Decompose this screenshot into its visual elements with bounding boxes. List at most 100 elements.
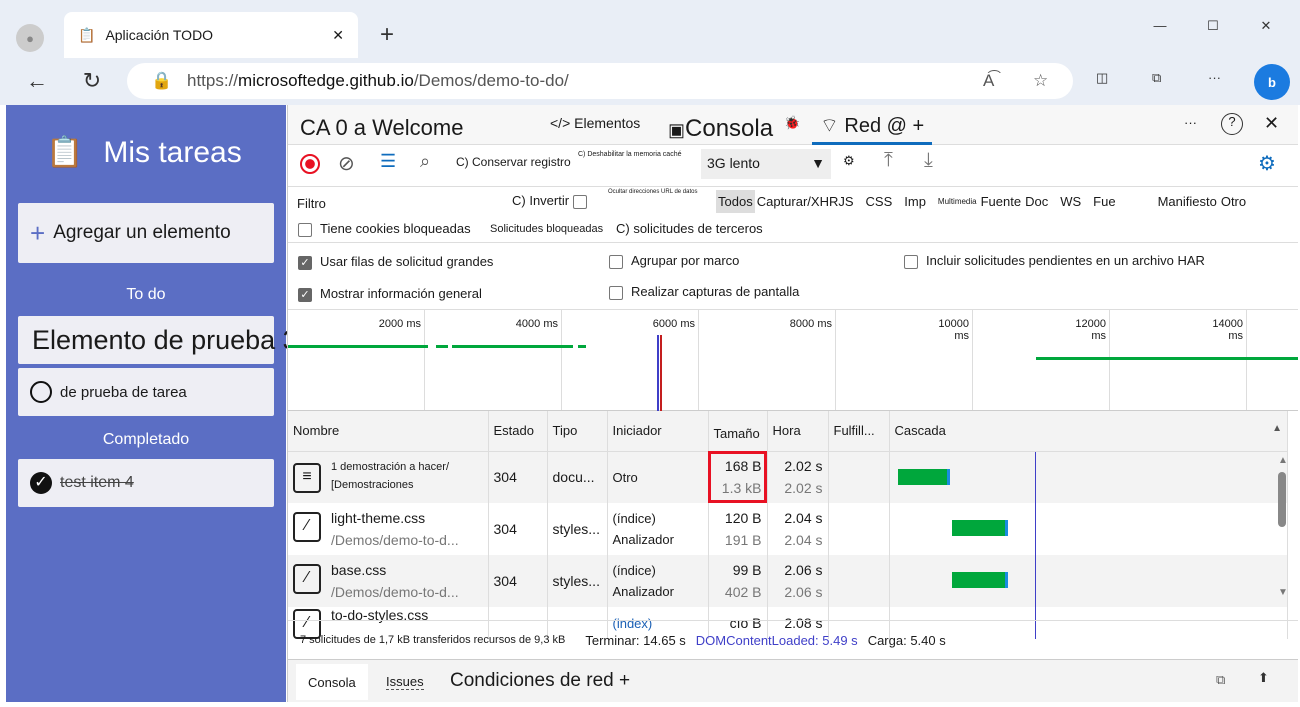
table-row[interactable]: ⁄ light-theme.css/Demos/demo-to-d... 304 … bbox=[288, 503, 1288, 555]
type-other[interactable]: Otro bbox=[1221, 194, 1246, 209]
initiator-cell[interactable]: (índice) Analizador bbox=[607, 503, 709, 555]
drawer-tabbar: Consola Issues Condiciones de red + ⧉ ⬆ bbox=[288, 660, 1298, 702]
plus-icon: + bbox=[30, 217, 46, 248]
search-icon[interactable]: ⌕ bbox=[420, 151, 430, 172]
scrollbar[interactable]: ▲ ▼ bbox=[1278, 455, 1288, 605]
table-row[interactable]: ≡ 1 demostración a hacer/[Demostraciones … bbox=[288, 451, 1288, 503]
address-bar[interactable]: 🔒 https://microsoftedge.github.io/Demos/… bbox=[127, 63, 1073, 99]
expand-drawer-icon[interactable]: ⬆ bbox=[1258, 670, 1269, 686]
har-checkbox[interactable]: Incluir solicitudes pendientes en un arc… bbox=[904, 253, 1205, 269]
name-cell[interactable]: ⁄ light-theme.css/Demos/demo-to-d... bbox=[288, 503, 489, 555]
type-font[interactable]: Fuente bbox=[981, 194, 1021, 209]
circle-icon[interactable] bbox=[30, 381, 52, 403]
close-devtools-icon[interactable]: ✕ bbox=[1264, 113, 1279, 134]
column-header[interactable]: Tipo bbox=[547, 411, 608, 451]
done-item-label: test item 4 bbox=[60, 474, 134, 491]
devtools: CA 0 a Welcome </> Elementos ▣Consola 🐞 … bbox=[287, 105, 1298, 702]
filter-input[interactable]: Filtro bbox=[292, 191, 494, 215]
todo-item[interactable]: de prueba de tarea bbox=[18, 368, 274, 416]
blocked-requests-checkbox[interactable]: Solicitudes bloqueadas bbox=[490, 223, 603, 235]
hide-data-urls-checkbox[interactable]: Ocultar direcciones URL de datos bbox=[608, 189, 698, 195]
scroll-up-icon[interactable]: ▲ bbox=[1278, 455, 1288, 466]
group-frame-checkbox[interactable]: Agrupar por marco bbox=[609, 253, 739, 269]
new-tab-icon[interactable]: + bbox=[374, 21, 400, 48]
initiator-cell[interactable]: Otro bbox=[607, 451, 709, 503]
refresh-icon[interactable]: ↻ bbox=[79, 68, 105, 94]
tab-console[interactable]: ▣Consola bbox=[668, 115, 773, 143]
scroll-down-icon[interactable]: ▼ bbox=[1278, 587, 1288, 598]
profile-icon[interactable]: ● bbox=[16, 24, 44, 52]
column-header[interactable]: Nombre bbox=[288, 411, 489, 451]
sort-ascending-icon[interactable]: ▲ bbox=[1272, 423, 1282, 434]
read-aloud-icon[interactable]: A͡ bbox=[983, 71, 994, 91]
done-item[interactable]: ✓ test item 4 bbox=[18, 459, 274, 507]
split-screen-icon[interactable]: ◫ bbox=[1096, 70, 1108, 86]
check-circle-icon[interactable]: ✓ bbox=[30, 472, 52, 494]
close-tab-icon[interactable]: ✕ bbox=[332, 27, 344, 44]
scroll-thumb[interactable] bbox=[1278, 472, 1286, 527]
todo-item[interactable]: Elemento de prueba 3 de O bbox=[18, 316, 364, 364]
column-header[interactable]: Cascada ▲ bbox=[889, 411, 1288, 451]
column-header[interactable]: Estado bbox=[488, 411, 548, 451]
dom-content-loaded: DOMContentLoaded: 5.49 s bbox=[695, 632, 858, 648]
tab-network[interactable]: ⌔ Red @ + bbox=[812, 113, 933, 145]
code-icon: </> bbox=[550, 115, 575, 131]
type-wasm[interactable]: Fue bbox=[1093, 194, 1115, 209]
type-css[interactable]: CSS bbox=[866, 194, 893, 209]
size2-value: 402 B bbox=[724, 584, 762, 600]
column-header[interactable]: Fulfill... bbox=[828, 411, 890, 451]
initiator-cell[interactable]: (índice) Analizador bbox=[607, 555, 709, 607]
type-fetch-xhr-js[interactable]: Capturar/XHRJS bbox=[757, 194, 854, 209]
throttle-select[interactable]: 3G lento ▼ bbox=[701, 149, 831, 179]
clear-icon[interactable]: ⊘ bbox=[338, 151, 355, 176]
type-ws[interactable]: WS bbox=[1060, 194, 1081, 209]
back-icon[interactable]: ← bbox=[24, 68, 50, 94]
preserve-log-checkbox[interactable]: C) Conservar registro bbox=[456, 155, 571, 169]
collections-icon[interactable]: ⧉ bbox=[1152, 70, 1161, 86]
waterfall-marker bbox=[1034, 555, 1036, 607]
maximize-icon[interactable]: ☐ bbox=[1203, 18, 1223, 34]
browser-tab[interactable]: 📋 Aplicación TODO ✕ bbox=[64, 12, 358, 58]
table-row[interactable]: ⁄ base.css/Demos/demo-to-d... 304 styles.… bbox=[288, 555, 1288, 607]
tab-elements[interactable]: </> Elementos bbox=[550, 115, 640, 131]
name-cell[interactable]: ≡ 1 demostración a hacer/ [Demostraciones bbox=[288, 451, 489, 503]
upload-icon[interactable]: ⤒ bbox=[884, 149, 893, 172]
settings-icon[interactable]: ⚙ bbox=[1258, 151, 1276, 176]
bug-icon[interactable]: 🐞 bbox=[784, 115, 800, 131]
column-header[interactable]: Iniciador bbox=[607, 411, 709, 451]
minimize-icon[interactable]: — bbox=[1150, 18, 1170, 33]
record-icon[interactable] bbox=[300, 154, 320, 174]
tab-welcome[interactable]: CA 0 a Welcome bbox=[300, 115, 463, 141]
settings-pane: ✓ Usar filas de solicitud grandes ✓ Mostra… bbox=[288, 243, 1298, 310]
drawer-tab-console[interactable]: Consola bbox=[296, 664, 368, 700]
type-media[interactable]: Multimedia bbox=[938, 197, 977, 206]
column-header[interactable]: Tamaño bbox=[708, 411, 768, 451]
add-item-button[interactable]: + Agregar un elemento bbox=[18, 203, 274, 263]
close-window-icon[interactable]: ✕ bbox=[1256, 18, 1276, 34]
screenshots-checkbox[interactable]: Realizar capturas de pantalla bbox=[609, 284, 799, 300]
drawer-tab-issues[interactable]: Issues bbox=[386, 674, 424, 690]
column-header[interactable]: Hora bbox=[767, 411, 829, 451]
more-icon[interactable]: ··· bbox=[1208, 70, 1221, 85]
help-icon[interactable]: ? bbox=[1221, 113, 1243, 135]
blocked-cookies-checkbox[interactable]: Tiene cookies bloqueadas bbox=[298, 221, 471, 237]
invert-checkbox[interactable]: C) Invertir bbox=[512, 193, 595, 209]
disable-cache-checkbox[interactable]: C) Deshabilitar la memoria caché bbox=[578, 151, 681, 158]
type-all[interactable]: Todos bbox=[716, 189, 755, 213]
drawer-tab-network-conditions[interactable]: Condiciones de red + bbox=[450, 670, 630, 692]
favorite-icon[interactable]: ☆ bbox=[1033, 71, 1048, 91]
download-icon[interactable]: ⤓ bbox=[924, 149, 933, 172]
bing-icon[interactable]: b bbox=[1254, 64, 1290, 100]
network-conditions-icon[interactable]: ⚙ bbox=[843, 153, 855, 169]
name-cell[interactable]: ⁄ base.css/Demos/demo-to-d... bbox=[288, 555, 489, 607]
type-doc[interactable]: Doc bbox=[1025, 194, 1048, 209]
large-rows-checkbox[interactable]: ✓ Usar filas de solicitud grandes bbox=[298, 254, 493, 270]
third-party-checkbox[interactable]: C) solicitudes de terceros bbox=[616, 221, 763, 236]
type-img[interactable]: Imp bbox=[904, 194, 926, 209]
filter-icon[interactable]: ☰ bbox=[380, 151, 396, 172]
network-overview[interactable]: 2000 ms 4000 ms 6000 ms 8000 ms 10000 ms 1200… bbox=[288, 310, 1298, 411]
overview-checkbox[interactable]: ✓ Mostrar información general bbox=[298, 286, 482, 302]
type-manifest[interactable]: Manifiesto bbox=[1158, 194, 1217, 209]
dock-icon[interactable]: ⧉ bbox=[1216, 672, 1225, 688]
more-tools-icon[interactable]: ··· bbox=[1184, 115, 1197, 130]
